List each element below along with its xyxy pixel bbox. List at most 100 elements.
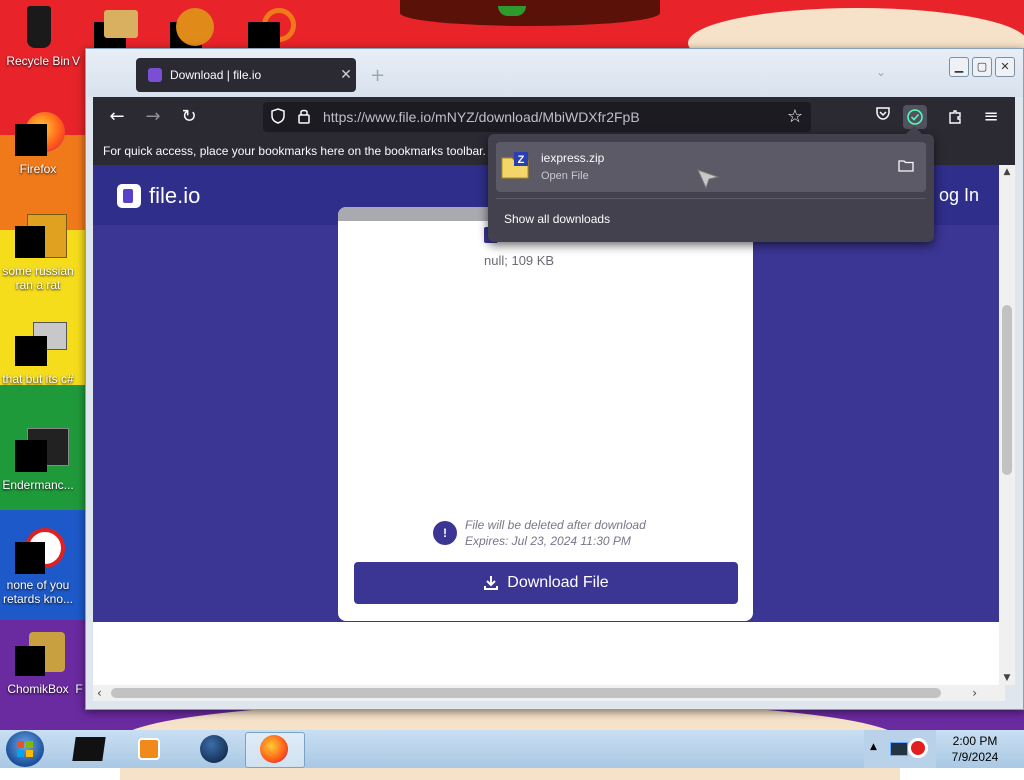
- app-icon: [176, 8, 214, 46]
- menu-icon[interactable]: ≡: [979, 105, 1003, 129]
- chomikbox-icon: [15, 632, 65, 678]
- panel-divider: [496, 198, 926, 199]
- firefox-icon: [15, 112, 65, 158]
- window-controls: ▁ ▢ ✕: [949, 57, 1015, 77]
- download-button-label: Download File: [507, 574, 609, 591]
- fileio-favicon: [148, 68, 162, 82]
- svg-text:Z: Z: [518, 154, 525, 166]
- info-icon: !: [433, 521, 457, 545]
- desktop-icon-some-russian[interactable]: some russian ran a rat: [0, 214, 76, 292]
- brand-name: file.io: [149, 183, 201, 208]
- clock-time: 2:00 PM: [952, 734, 998, 748]
- close-window-button[interactable]: ✕: [995, 57, 1015, 77]
- tray-expand-icon[interactable]: ▲: [870, 742, 877, 752]
- show-all-downloads-link[interactable]: Show all downloads: [504, 212, 610, 226]
- tray-app-icon[interactable]: [908, 738, 928, 758]
- download-file-name: iexpress.zip: [541, 151, 605, 165]
- new-tab-icon[interactable]: +: [370, 65, 385, 86]
- desktop-icon-label: Recycle Bin: [6, 54, 70, 68]
- system-tray: ▲: [864, 730, 936, 768]
- desktop-icon-label: some russian ran a rat: [2, 264, 74, 292]
- login-link[interactable]: og In: [939, 185, 979, 206]
- recycle-bin-icon: [15, 4, 61, 50]
- scroll-up-icon[interactable]: ▲: [999, 167, 1015, 177]
- tab-strip: Download | file.io ✕ + ⌄ ▁ ▢ ✕: [86, 49, 1023, 97]
- desktop-icon-label: ChomikBox: [7, 682, 69, 696]
- reload-icon[interactable]: ↻: [177, 105, 201, 129]
- desktop-icon-label: Endermanc...: [2, 478, 74, 492]
- taskbar-item-app3[interactable]: [184, 732, 242, 766]
- download-card: null; 109 KB ! File will be deleted afte…: [338, 207, 753, 621]
- notice-line-2: Expires: Jul 23, 2024 11:30 PM: [465, 534, 631, 548]
- taskbar: ▲ 2:00 PM 7/9/2024: [0, 730, 1024, 768]
- tab-download-fileio[interactable]: Download | file.io ✕: [136, 58, 356, 92]
- document-icon: [15, 214, 67, 260]
- url-text: https://www.file.io/mNYZ/download/MbiWDX…: [323, 109, 640, 125]
- clock-date: 7/9/2024: [951, 750, 999, 764]
- site-footer-area: [93, 622, 1005, 685]
- download-icon: [484, 576, 499, 590]
- desktop-icon-none-of-you[interactable]: none of you retards kno...: [0, 528, 76, 606]
- minimize-button[interactable]: ▁: [949, 57, 969, 77]
- folder-icon: [104, 10, 138, 38]
- globe-icon: [200, 735, 228, 763]
- nav-toolbar: ← → ↻ https://www.file.io/mNYZ/download/…: [93, 97, 1015, 137]
- scroll-right-icon[interactable]: ›: [972, 685, 977, 701]
- redacted-icon: [248, 22, 280, 48]
- taskbar-item-app1[interactable]: [60, 732, 118, 766]
- firefox-icon: [260, 735, 288, 763]
- tab-title: Download | file.io: [170, 68, 262, 82]
- desktop-icon-label: F: [75, 682, 83, 696]
- media-player-icon: [138, 738, 160, 760]
- network-icon[interactable]: [890, 742, 908, 756]
- back-icon[interactable]: ←: [105, 105, 129, 129]
- lock-icon[interactable]: [297, 108, 311, 128]
- horizontal-scrollbar[interactable]: ‹ ›: [93, 685, 1005, 701]
- page-content: file.io og In null; 109 KB ! File will b…: [93, 165, 1005, 685]
- deletion-notice: ! File will be deleted after download Ex…: [433, 517, 646, 549]
- mouse-cursor-icon: [697, 169, 720, 190]
- black-box-icon: [72, 737, 106, 761]
- tracking-shield-icon[interactable]: [271, 108, 285, 128]
- forward-icon[interactable]: →: [141, 105, 165, 129]
- extensions-icon[interactable]: [943, 105, 967, 129]
- clock[interactable]: 2:00 PM 7/9/2024: [940, 733, 1010, 765]
- fileio-logo-icon: [117, 184, 141, 208]
- taskbar-item-firefox[interactable]: [245, 732, 305, 768]
- download-file-button[interactable]: Download File: [354, 562, 738, 604]
- terminal-icon: [15, 428, 69, 474]
- windows-stack-icon: [15, 322, 67, 368]
- scroll-down-icon[interactable]: ▼: [999, 673, 1015, 683]
- desktop-icon-label: none of you retards kno...: [2, 578, 74, 606]
- bookmarks-hint: For quick access, place your bookmarks h…: [103, 144, 486, 158]
- file-meta: null; 109 KB: [484, 253, 555, 268]
- desktop-icon-that-but-its-cs[interactable]: that but its c#: [0, 322, 76, 386]
- list-tabs-icon[interactable]: ⌄: [876, 65, 886, 79]
- start-button[interactable]: [6, 731, 44, 767]
- vertical-scrollbar[interactable]: ▲ ▼: [999, 165, 1015, 685]
- desktop-icon-partial[interactable]: F: [72, 682, 86, 696]
- desktop-icon-label: that but its c#: [2, 372, 74, 386]
- wallpaper-shape: [400, 0, 660, 26]
- desktop-icon-label: V: [71, 54, 80, 68]
- close-tab-icon[interactable]: ✕: [336, 67, 356, 83]
- scroll-left-icon[interactable]: ‹: [97, 685, 102, 701]
- taskbar-item-media[interactable]: [120, 732, 178, 766]
- desktop-icon-label: Firefox: [19, 162, 57, 176]
- windows-logo-icon: [17, 741, 33, 757]
- bookmark-star-icon[interactable]: ☆: [783, 105, 807, 129]
- notice-line-1: File will be deleted after download: [465, 518, 646, 532]
- url-bar[interactable]: https://www.file.io/mNYZ/download/MbiWDX…: [263, 102, 811, 132]
- zip-file-icon: Z: [501, 152, 529, 179]
- horizontal-scroll-thumb[interactable]: [111, 688, 941, 698]
- desktop-icon-firefox[interactable]: Firefox: [0, 112, 76, 176]
- pocket-icon[interactable]: [871, 105, 895, 129]
- show-in-folder-icon[interactable]: [898, 158, 914, 174]
- desktop-icon-endermanch[interactable]: Endermanc...: [0, 428, 76, 492]
- vertical-scroll-thumb[interactable]: [1002, 305, 1012, 475]
- maximize-button[interactable]: ▢: [972, 57, 992, 77]
- desktop-icon-chomikbox[interactable]: ChomikBox: [0, 632, 76, 696]
- fileio-logo[interactable]: file.io: [117, 183, 200, 209]
- app-icon: [15, 528, 65, 574]
- download-status: Open File: [541, 170, 589, 182]
